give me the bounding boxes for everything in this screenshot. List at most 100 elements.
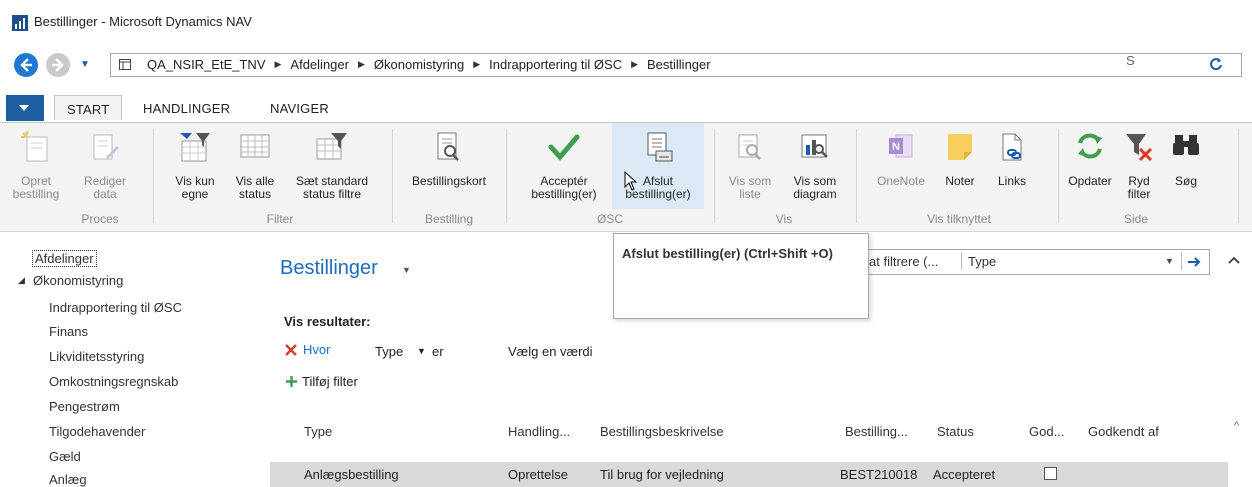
plus-icon[interactable] bbox=[286, 376, 297, 387]
column-header-handling[interactable]: Handling... bbox=[508, 424, 570, 439]
search-box-partial[interactable]: S bbox=[1126, 53, 1135, 68]
group-divider bbox=[1058, 129, 1059, 223]
rediger-data-button[interactable]: Rediger data bbox=[80, 123, 130, 209]
button-label: egne bbox=[181, 187, 209, 201]
nav-item-likviditetsstyring[interactable]: Likviditetsstyring bbox=[49, 349, 144, 364]
filter-field-dropdown-icon[interactable]: ▼ bbox=[417, 346, 426, 356]
button-label: status filtre bbox=[302, 187, 362, 201]
tab-handlinger[interactable]: HANDLINGER bbox=[143, 101, 230, 116]
binoculars-icon bbox=[1173, 135, 1199, 155]
add-filter-link[interactable]: Tilføj filter bbox=[302, 374, 358, 389]
noter-button[interactable]: Noter bbox=[938, 123, 982, 209]
grid-icon bbox=[119, 59, 131, 70]
collapse-triangle-icon[interactable]: ◢ bbox=[18, 275, 25, 286]
group-divider bbox=[714, 129, 715, 223]
dynamics-nav-logo-icon bbox=[12, 15, 28, 31]
breadcrumb-separator-icon[interactable]: ▶ bbox=[275, 59, 282, 70]
breadcrumb-item[interactable]: Bestillinger bbox=[647, 57, 711, 72]
button-label: filter bbox=[1127, 187, 1151, 201]
show-results-label: Vis resultater: bbox=[284, 314, 371, 329]
tab-start[interactable]: START bbox=[54, 95, 123, 120]
nav-item-omkostningsregnskab[interactable]: Omkostningsregnskab bbox=[49, 374, 178, 389]
vis-alle-status-button[interactable]: Vis alle status bbox=[227, 123, 283, 209]
breadcrumb: QA_NSIR_EtE_TNV ▶ Afdelinger ▶ Økonomistyr… bbox=[147, 57, 711, 72]
nav-item-anlaeg[interactable]: Anlæg bbox=[49, 472, 87, 487]
onenote-button[interactable]: N OneNote bbox=[866, 123, 936, 209]
arrow-go-icon[interactable] bbox=[1187, 256, 1201, 268]
mouse-cursor-icon bbox=[624, 171, 638, 191]
sog-button[interactable]: Søg bbox=[1164, 123, 1208, 209]
ryd-filter-button[interactable]: Ryd filter bbox=[1118, 123, 1160, 209]
filter-where-link[interactable]: Hvor bbox=[303, 342, 330, 357]
opret-bestilling-button[interactable]: Opret bestilling bbox=[10, 123, 62, 209]
button-label: data bbox=[93, 187, 117, 201]
group-divider bbox=[153, 129, 154, 223]
remove-filter-icon[interactable] bbox=[285, 344, 297, 356]
group-divider bbox=[1238, 129, 1239, 223]
filter-value-input[interactable]: Vælg en værdi bbox=[508, 344, 593, 359]
breadcrumb-item[interactable]: Afdelinger bbox=[290, 57, 349, 72]
card-view-icon bbox=[437, 132, 459, 161]
list-view-icon bbox=[738, 134, 761, 160]
breadcrumb-separator-icon[interactable]: ▶ bbox=[631, 59, 638, 70]
nav-item-finans[interactable]: Finans bbox=[49, 324, 88, 339]
links-button[interactable]: Links bbox=[990, 123, 1034, 209]
breadcrumb-item[interactable]: Indrapportering til ØSC bbox=[489, 57, 622, 72]
back-button[interactable] bbox=[14, 53, 38, 77]
group-label-vis-tilknyttet: Vis tilknyttet bbox=[927, 212, 991, 226]
nav-item-okonomistyring[interactable]: Økonomistyring bbox=[33, 273, 123, 288]
table-row[interactable]: Anlægsbestilling Oprettelse Til brug for… bbox=[270, 462, 1228, 487]
vis-kun-egne-button[interactable]: Vis kun egne bbox=[165, 123, 225, 209]
arrow-left-icon bbox=[20, 58, 32, 72]
approved-checkbox[interactable] bbox=[1044, 467, 1057, 480]
edit-document-icon bbox=[93, 134, 119, 160]
collapse-up-icon[interactable] bbox=[1228, 256, 1240, 264]
accepter-bestilling-button[interactable]: Acceptér bestilling(er) bbox=[518, 123, 610, 209]
column-header-type[interactable]: Type bbox=[304, 424, 332, 439]
cell-bestillingsnr: BEST210018 bbox=[840, 467, 918, 482]
refresh-icon[interactable] bbox=[1209, 57, 1223, 71]
nav-item-tilgodehavender[interactable]: Tilgodehavender bbox=[49, 424, 145, 439]
filter-field-dropdown-icon[interactable]: ▼ bbox=[1165, 256, 1174, 266]
nav-item-gaeld[interactable]: Gæld bbox=[49, 449, 81, 464]
column-header-godkendt[interactable]: God... bbox=[1029, 424, 1064, 439]
column-header-status[interactable]: Status bbox=[937, 424, 974, 439]
column-header-godkendt-af[interactable]: Godkendt af bbox=[1088, 424, 1159, 439]
nav-item-indrapportering[interactable]: Indrapportering til ØSC bbox=[49, 300, 182, 315]
opdater-button[interactable]: Opdater bbox=[1064, 123, 1116, 209]
history-dropdown-icon[interactable]: ▼ bbox=[80, 59, 90, 70]
forward-button[interactable] bbox=[46, 53, 70, 77]
afslut-bestilling-button[interactable]: Afslut bestilling(er) bbox=[612, 123, 704, 209]
vis-som-liste-button[interactable]: Vis som liste bbox=[722, 123, 778, 209]
breadcrumb-separator-icon[interactable]: ▶ bbox=[473, 59, 480, 70]
cell-type: Anlægsbestilling bbox=[304, 467, 399, 482]
page-title[interactable]: Bestillinger bbox=[280, 257, 378, 280]
svg-text:N: N bbox=[892, 141, 900, 153]
button-label: Søg bbox=[1174, 174, 1197, 188]
button-label: bestilling bbox=[12, 187, 60, 201]
scroll-up-icon[interactable]: ^ bbox=[1234, 420, 1239, 432]
title-dropdown-icon[interactable]: ▼ bbox=[402, 265, 411, 275]
filter-field-name[interactable]: Type bbox=[375, 344, 403, 359]
tab-naviger[interactable]: NAVIGER bbox=[270, 101, 329, 116]
vis-som-diagram-button[interactable]: Vis som diagram bbox=[784, 123, 846, 209]
button-label: Bestillingskort bbox=[411, 174, 487, 188]
nav-item-pengestrom[interactable]: Pengestrøm bbox=[49, 399, 120, 414]
breadcrumb-separator-icon[interactable]: ▶ bbox=[358, 59, 365, 70]
new-document-icon bbox=[21, 131, 48, 162]
column-header-bestillingsnr[interactable]: Bestilling... bbox=[845, 424, 908, 439]
nav-item-afdelinger[interactable]: Afdelinger bbox=[32, 250, 97, 267]
breadcrumb-item[interactable]: Økonomistyring bbox=[374, 57, 464, 72]
application-menu-button[interactable] bbox=[6, 95, 44, 121]
button-label: Links bbox=[997, 174, 1026, 188]
column-header-beskrivelse[interactable]: Bestillingsbeskrivelse bbox=[600, 424, 724, 439]
bestillingskort-button[interactable]: Bestillingskort bbox=[402, 123, 496, 209]
button-label: OneNote bbox=[876, 174, 926, 188]
button-label: liste bbox=[739, 187, 761, 201]
filter-field-select[interactable]: Type bbox=[968, 254, 996, 269]
breadcrumb-item[interactable]: QA_NSIR_EtE_TNV bbox=[147, 57, 266, 72]
group-divider bbox=[506, 129, 507, 223]
filter-operator: er bbox=[432, 344, 444, 359]
saet-standard-status-filtre-button[interactable]: Sæt standard status filtre bbox=[284, 123, 380, 209]
filter-search-input[interactable]: at filtrere (... bbox=[869, 254, 938, 269]
